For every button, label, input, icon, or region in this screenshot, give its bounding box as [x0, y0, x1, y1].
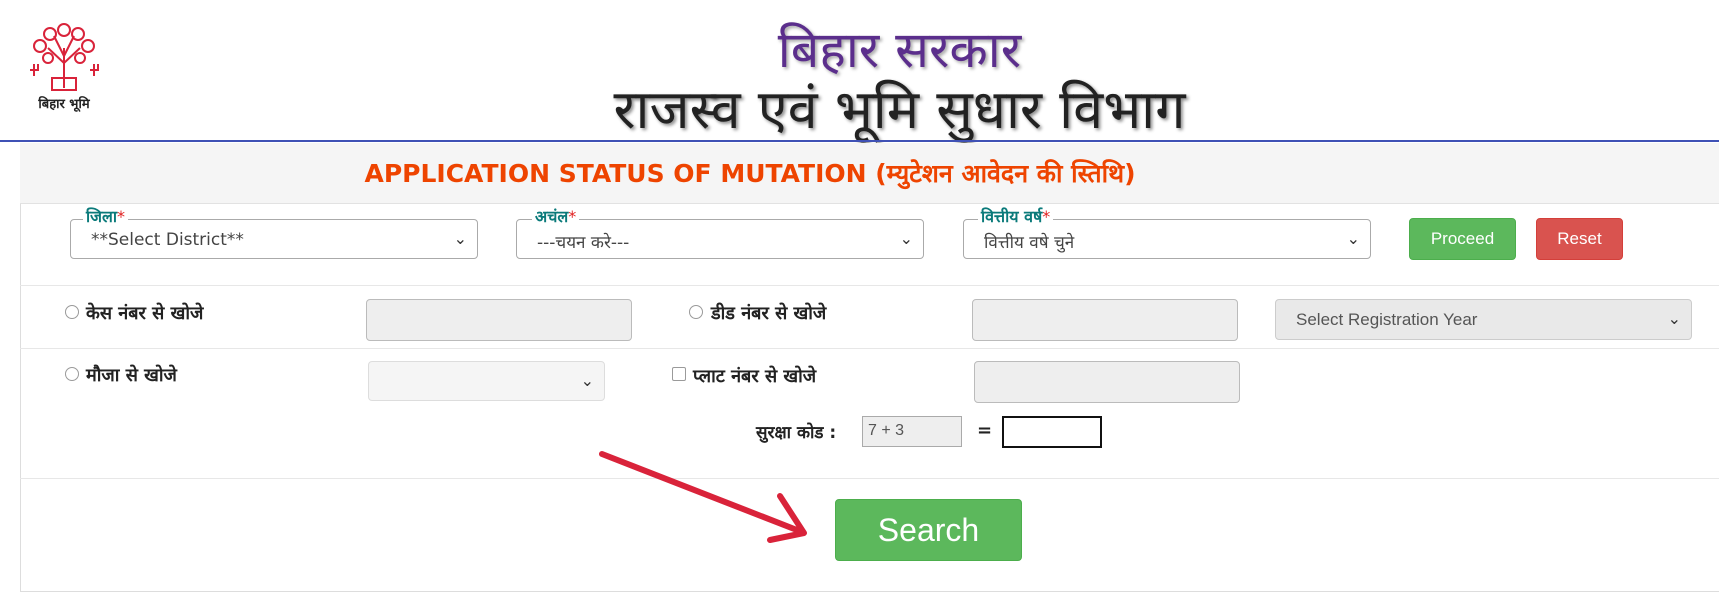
financial-year-label: वित्तीय वर्ष* — [978, 208, 1054, 226]
row-divider — [20, 285, 1719, 286]
red-arrow-icon — [590, 440, 830, 550]
chevron-down-icon: ⌄ — [453, 231, 467, 248]
plot-number-label: प्लाट नंबर से खोजे — [693, 366, 817, 387]
district-label: जिला* — [83, 208, 129, 226]
mauja-radio[interactable] — [65, 367, 79, 381]
plot-number-input[interactable] — [974, 361, 1240, 403]
case-number-radio[interactable] — [65, 305, 79, 319]
deed-number-radio[interactable] — [689, 305, 703, 319]
chevron-down-icon: ⌄ — [1346, 231, 1360, 248]
case-number-label: केस नंबर से खोजे — [86, 303, 204, 324]
proceed-button[interactable]: Proceed — [1409, 218, 1516, 260]
chevron-down-icon: ⌄ — [1667, 311, 1681, 328]
captcha-equals: = — [977, 420, 993, 441]
registration-year-value: Select Registration Year — [1296, 310, 1478, 329]
mauja-label: मौजा से खोजे — [86, 365, 177, 386]
registration-year-select[interactable]: Select Registration Year ⌄ — [1275, 299, 1692, 340]
mauja-select[interactable]: ⌄ — [368, 361, 605, 401]
anchal-label: अचंल* — [532, 208, 580, 226]
deed-number-input[interactable] — [972, 299, 1238, 341]
header-divider — [0, 140, 1719, 142]
row-divider — [20, 348, 1719, 349]
chevron-down-icon: ⌄ — [580, 373, 594, 390]
deed-number-label: डीड नंबर से खोजे — [711, 303, 827, 324]
reset-button[interactable]: Reset — [1536, 218, 1623, 260]
district-select-value: **Select District** — [91, 230, 244, 250]
captcha-answer-input[interactable] — [1002, 416, 1102, 448]
panel-title: APPLICATION STATUS OF MUTATION (म्युटेशन… — [364, 159, 1136, 188]
captcha-question: 7 + 3 — [862, 416, 962, 447]
financial-year-select-value: वित्तीय वषे चुने — [984, 233, 1075, 253]
chevron-down-icon: ⌄ — [899, 231, 913, 248]
district-select[interactable]: **Select District** ⌄ — [70, 219, 478, 259]
search-button[interactable]: Search — [835, 499, 1022, 561]
anchal-select-value: ---चयन करे--- — [537, 233, 630, 253]
row-divider — [20, 478, 1719, 479]
department-title: राजस्व एवं भूमि सुधार विभाग — [613, 78, 1186, 141]
case-number-input[interactable] — [366, 299, 632, 341]
plot-number-checkbox[interactable] — [672, 367, 686, 381]
